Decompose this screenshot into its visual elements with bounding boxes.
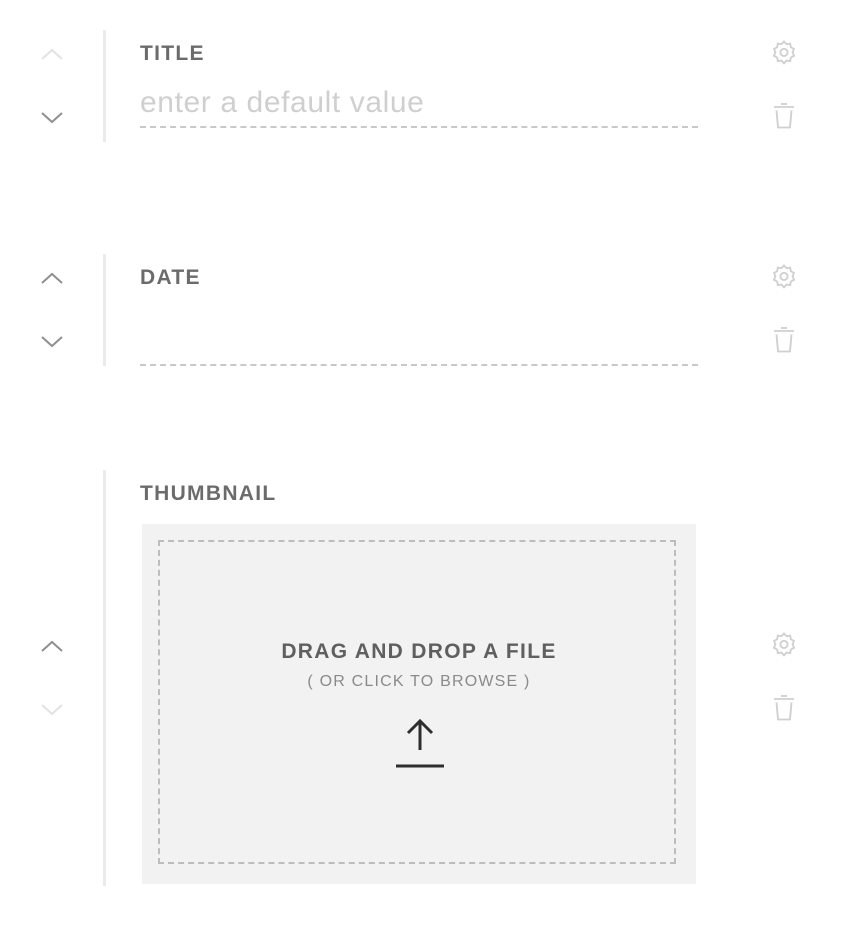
field-thumbnail: THUMBNAIL DRAG AND DROP A FILE ( OR CLIC…	[0, 0, 858, 950]
settings-button[interactable]	[770, 630, 798, 658]
move-down-button[interactable]	[38, 700, 66, 720]
chevron-down-icon	[41, 704, 63, 716]
dropzone-border	[158, 540, 676, 864]
file-dropzone[interactable]: DRAG AND DROP A FILE ( OR CLICK TO BROWS…	[142, 524, 696, 884]
upload-arrow-icon	[395, 718, 445, 770]
dropzone-title: DRAG AND DROP A FILE	[281, 640, 557, 663]
field-label: THUMBNAIL	[140, 482, 277, 505]
delete-button[interactable]	[770, 694, 798, 722]
trash-icon	[774, 695, 794, 721]
gear-icon	[772, 632, 796, 657]
chevron-up-icon	[41, 640, 63, 652]
move-up-button[interactable]	[38, 636, 66, 656]
field-rail	[103, 470, 106, 886]
dropzone-subtitle: ( OR CLICK TO BROWSE )	[307, 673, 531, 690]
